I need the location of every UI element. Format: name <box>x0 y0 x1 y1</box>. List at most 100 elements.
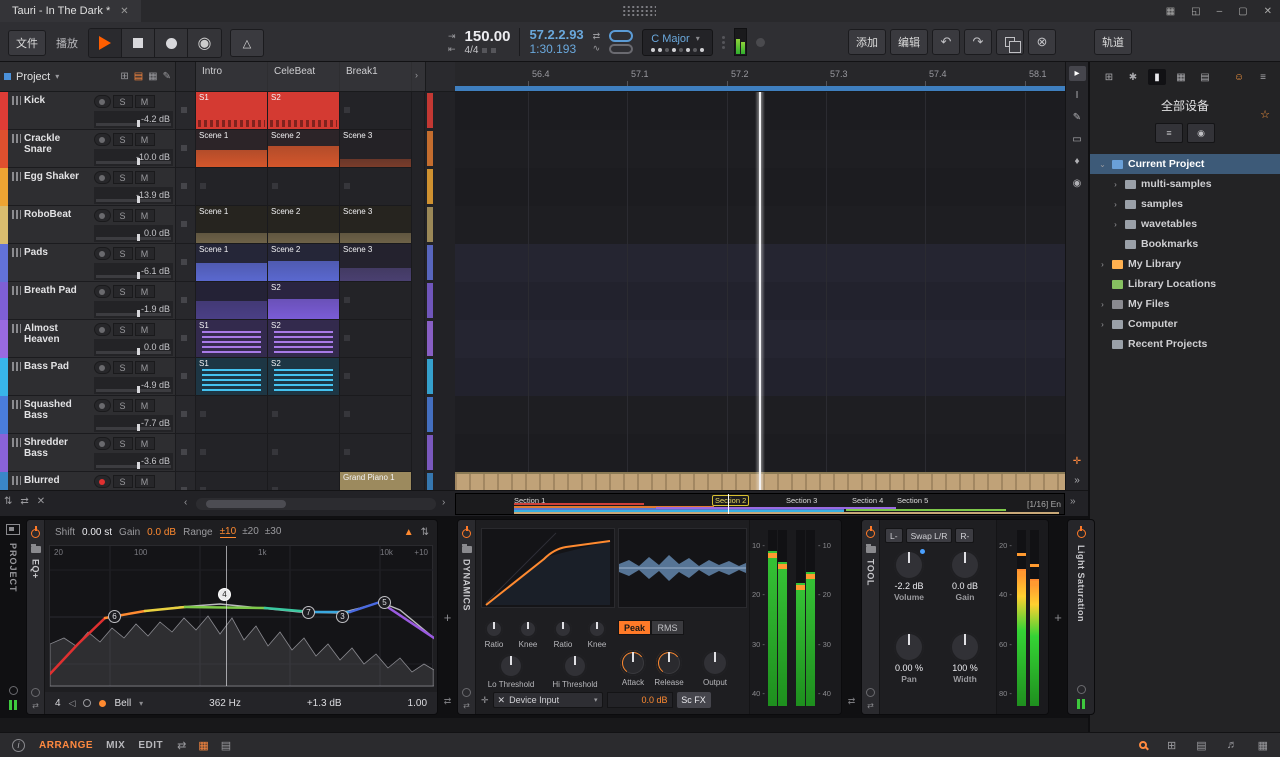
record-arm-button[interactable] <box>94 475 111 488</box>
clip[interactable]: Scene 2 <box>268 130 339 167</box>
clip[interactable]: S1 <box>196 320 267 357</box>
track-header[interactable]: Shredder BassSM-3.6 dB <box>8 434 176 472</box>
track-name[interactable]: Pads <box>24 247 48 258</box>
window-icon[interactable] <box>6 524 20 535</box>
empty-clip-slot[interactable] <box>340 358 411 395</box>
empty-clip-slot[interactable] <box>196 168 267 205</box>
track-panel-header[interactable]: Project ▾ ⊞ ▤ ▦ ✎ <box>0 62 176 91</box>
browser-filter-icon[interactable]: ▤ <box>1196 69 1214 85</box>
track-header[interactable]: BlurredSM <box>8 472 176 490</box>
mute-button[interactable]: M <box>135 95 155 108</box>
pencil-tool-icon[interactable]: ✎ <box>1069 110 1086 125</box>
add-menu-button[interactable]: 添加 <box>848 29 886 55</box>
volume-fader[interactable]: -7.7 dB <box>94 415 173 432</box>
preset-folder-icon[interactable] <box>866 546 876 553</box>
eq-device-header[interactable]: EQ+ ⇄ <box>27 520 45 714</box>
track-header[interactable]: PadsSM-6.1 dB <box>8 244 176 282</box>
scroll-right-icon[interactable]: › <box>442 497 445 508</box>
project-tab[interactable]: Tauri - In The Dark * ✕ <box>0 0 141 22</box>
track-name[interactable]: Kick <box>24 95 45 106</box>
preset-folder-icon[interactable] <box>31 546 41 553</box>
record-arm-button[interactable] <box>94 285 111 298</box>
hardware-device-icon[interactable]: ≡ <box>1155 123 1183 143</box>
track-header[interactable]: Crackle SnareSM-10.0 dB <box>8 130 176 168</box>
package-icon[interactable]: ▤ <box>1196 739 1206 752</box>
record-arm-button[interactable] <box>94 95 111 108</box>
clip-stop-button[interactable] <box>176 320 196 358</box>
band-listen-icon[interactable]: ◁ <box>69 698 76 709</box>
arrangement-minimap[interactable]: Section 1Section 2Section 3Section 4Sect… <box>455 493 1065 515</box>
empty-clip-slot[interactable] <box>268 472 339 490</box>
mute-button[interactable]: M <box>135 247 155 260</box>
band-index[interactable]: 4 <box>55 698 61 709</box>
metronome-button[interactable]: △ <box>230 29 264 57</box>
clip[interactable]: Scene 3 <box>340 130 411 167</box>
channel-button-swaplr[interactable]: Swap L/R <box>906 528 953 543</box>
browser-filter-icon[interactable]: ⊞ <box>1100 69 1118 85</box>
knife-tool-icon[interactable]: ♦ <box>1069 154 1086 169</box>
notes-icon[interactable]: ♬ <box>1227 739 1238 751</box>
close-window-button[interactable]: ✕ <box>1264 6 1272 17</box>
stop-button[interactable] <box>122 29 155 57</box>
clip[interactable]: Grand Piano 1 <box>340 472 411 490</box>
ibeam-tool-icon[interactable]: I <box>1069 88 1086 103</box>
clip[interactable]: Scene 2 <box>268 206 339 243</box>
empty-clip-slot[interactable] <box>196 396 267 433</box>
device-insert-slot[interactable]: + ⇄ <box>438 519 457 715</box>
cycle-icon[interactable] <box>9 686 18 695</box>
clip-stop-button[interactable] <box>176 206 196 244</box>
record-button[interactable] <box>155 29 188 57</box>
punch-out-icon[interactable]: ⇤ <box>448 44 456 54</box>
power-icon[interactable] <box>31 529 40 538</box>
clip[interactable]: S1 <box>196 358 267 395</box>
dyn-env-knob[interactable] <box>620 650 646 676</box>
delete-button[interactable]: ⊗ <box>1028 29 1056 55</box>
loop-region-bar[interactable] <box>455 86 1065 91</box>
mute-button[interactable]: M <box>135 323 155 336</box>
clip-stop-button[interactable] <box>176 244 196 282</box>
clip[interactable]: S2 <box>268 320 339 357</box>
empty-clip-slot[interactable] <box>268 396 339 433</box>
sidechain-gain-field[interactable]: 0.0 dB <box>607 692 673 708</box>
clip[interactable]: Scene 1 <box>196 244 267 281</box>
sidechain-routing-icon[interactable]: ✛ <box>481 695 489 706</box>
solo-button[interactable]: S <box>113 285 133 298</box>
record-arm-button[interactable] <box>94 209 111 222</box>
dyn-knob[interactable] <box>588 620 606 638</box>
mute-button[interactable]: M <box>135 437 155 450</box>
shift-value[interactable]: 0.00 st <box>82 527 112 538</box>
mute-button[interactable]: M <box>135 475 155 488</box>
tool-knob[interactable] <box>950 550 980 580</box>
clip[interactable]: Scene 2 <box>268 244 339 281</box>
mute-button[interactable]: M <box>135 399 155 412</box>
tool-knob[interactable] <box>950 632 980 662</box>
close-project-icon[interactable]: ✕ <box>120 6 128 17</box>
scene-header[interactable]: Break1 <box>340 62 411 91</box>
dyn-knob[interactable] <box>554 620 572 638</box>
clip[interactable]: S2 <box>268 92 339 129</box>
solo-button[interactable]: S <box>113 437 133 450</box>
browser-filter-icon[interactable]: ▮ <box>1148 69 1166 85</box>
swap-icon[interactable]: ⇄ <box>593 31 601 41</box>
remote-controls-icon[interactable] <box>462 688 471 697</box>
meter-mode-peak-button[interactable]: Peak <box>618 620 651 635</box>
clip-stop-button[interactable] <box>176 92 196 130</box>
automation-write-button[interactable]: ◉ <box>188 29 221 57</box>
tool-knob[interactable] <box>894 550 924 580</box>
volume-fader[interactable]: -6.1 dB <box>94 263 173 280</box>
maximize-button[interactable]: ▢ <box>1238 6 1247 17</box>
volume-fader[interactable]: -3.6 dB <box>94 453 173 470</box>
clip-launcher-toggle-icon[interactable]: ▦ <box>198 739 208 752</box>
track-header[interactable]: Egg ShakerSM-13.9 dB <box>8 168 176 206</box>
add-device-icon[interactable]: + <box>444 610 452 625</box>
clip[interactable]: S2 <box>268 282 339 319</box>
eq-band-handle[interactable]: 7 <box>302 606 315 619</box>
solo-button[interactable]: S <box>113 171 133 184</box>
device-insert-slot[interactable]: + <box>1049 519 1067 715</box>
track-name[interactable]: Squashed Bass <box>24 399 90 421</box>
track-name[interactable]: Egg Shaker <box>24 171 79 182</box>
mute-button[interactable]: M <box>135 209 155 222</box>
volume-fader[interactable]: -13.9 dB <box>94 187 173 204</box>
tree-item[interactable]: Library Locations <box>1090 274 1280 294</box>
scene-header[interactable]: CeleBeat <box>268 62 339 91</box>
